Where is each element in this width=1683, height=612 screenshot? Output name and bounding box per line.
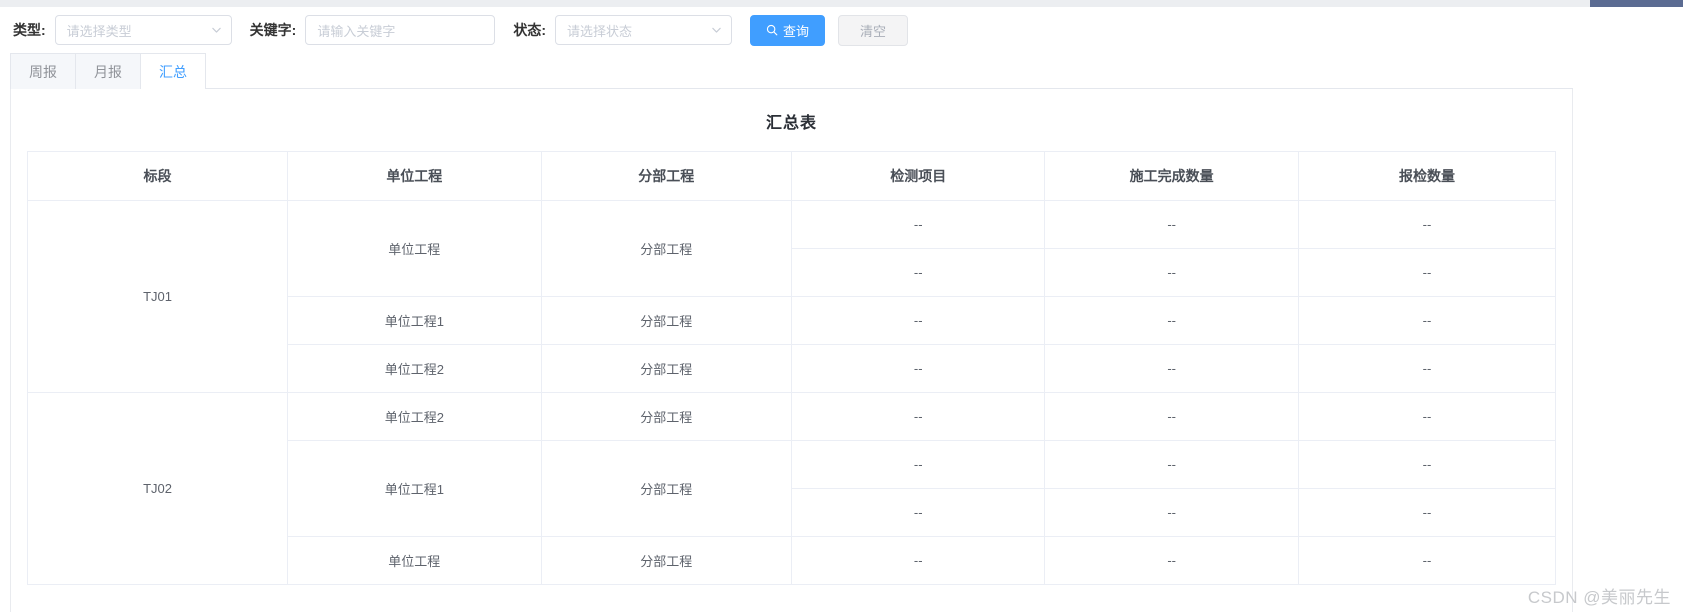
cell-inspected-qty: -- [1298, 536, 1555, 585]
cell-test-item: -- [791, 344, 1046, 393]
chevron-down-icon [711, 25, 722, 36]
type-select-placeholder: 请选择类型 [66, 23, 132, 39]
filter-status-label: 状态: [513, 22, 547, 38]
cell-completed-qty: -- [1044, 248, 1299, 297]
summary-table-container: 标段 单位工程 分部工程 检测项目 施工完成数量 报检数量 TJ01 单位工程 分部工程 -- -… [27, 151, 1556, 585]
cell-completed-qty: -- [1044, 344, 1299, 393]
tab-1[interactable]: 月报 [76, 53, 141, 89]
column-header-4: 施工完成数量 [1044, 152, 1299, 201]
cell-completed-qty: -- [1044, 488, 1299, 537]
cell-division-project: 分部工程 [541, 536, 792, 585]
cell-unit-project: 单位工程2 [287, 392, 542, 441]
cell-test-item: -- [791, 488, 1046, 537]
cell-completed-qty: -- [1044, 392, 1299, 441]
cell-test-item: -- [791, 200, 1046, 249]
filter-type-label: 类型: [13, 22, 46, 38]
table-row: TJ01 单位工程 分部工程 -- -- -- [28, 200, 1555, 393]
cell-test-item: -- [791, 296, 1046, 345]
cell-inspected-qty: -- [1298, 440, 1555, 489]
query-button[interactable]: 查询 [750, 14, 826, 46]
cell-division-project: 分部工程 [541, 440, 792, 537]
cell-bid: TJ01 [28, 200, 289, 393]
cell-completed-qty: -- [1044, 200, 1299, 249]
filter-keyword-group: 关键字: 请输入关键字 [250, 15, 496, 45]
type-select[interactable]: 请选择类型 [54, 15, 232, 45]
column-header-3: 检测项目 [791, 152, 1046, 201]
filter-type-group: 类型: 请选择类型 [13, 15, 232, 45]
keyword-input[interactable]: 请输入关键字 [305, 15, 496, 45]
filter-keyword-label: 关键字: [249, 22, 297, 38]
cell-test-item: -- [791, 440, 1046, 489]
cell-inspected-qty: -- [1298, 488, 1555, 537]
filter-status-group: 状态: 请选择状态 [513, 15, 733, 45]
page-scrollbar-thumb[interactable] [1590, 0, 1683, 7]
tab-2[interactable]: 汇总 [141, 53, 206, 90]
chevron-down-icon [211, 25, 222, 36]
page-scrollbar-track[interactable] [0, 0, 1683, 7]
cell-completed-qty: -- [1044, 536, 1299, 585]
table-body: TJ01 单位工程 分部工程 -- -- -- -- -- -- 单位工程1 分部工程 -- -- -- 单… [28, 200, 1555, 585]
cell-test-item: -- [791, 392, 1046, 441]
cell-inspected-qty: -- [1298, 200, 1555, 249]
cell-inspected-qty: -- [1298, 248, 1555, 297]
search-icon [766, 24, 778, 36]
table-header-row: 标段 单位工程 分部工程 检测项目 施工完成数量 报检数量 [28, 152, 1555, 201]
tab-label: 周报 [29, 63, 57, 80]
cell-unit-project: 单位工程2 [287, 344, 542, 393]
cell-unit-project: 单位工程1 [287, 296, 542, 345]
app-root: 类型: 请选择类型 关键字: 请输入关键字 状态: 请选择状态 查询 清空 周报… [0, 0, 1683, 612]
tab-label: 月报 [94, 63, 122, 80]
cell-division-project: 分部工程 [541, 200, 792, 297]
query-button-label: 查询 [783, 23, 810, 39]
cell-division-project: 分部工程 [541, 296, 792, 345]
clear-button[interactable]: 清空 [838, 14, 909, 46]
cell-bid: TJ02 [28, 392, 289, 585]
clear-button-label: 清空 [860, 23, 887, 39]
column-header-2: 分部工程 [541, 152, 792, 201]
status-select[interactable]: 请选择状态 [555, 15, 733, 45]
tab-strip: 周报 月报 汇总 [10, 53, 1573, 90]
cell-inspected-qty: -- [1298, 392, 1555, 441]
tab-0[interactable]: 周报 [10, 53, 76, 89]
keyword-input-placeholder: 请输入关键字 [317, 23, 396, 39]
tab-list: 周报 月报 汇总 [10, 53, 1573, 90]
cell-unit-project: 单位工程 [287, 200, 542, 297]
tab-label: 汇总 [159, 63, 187, 80]
column-header-5: 报检数量 [1298, 152, 1555, 201]
cell-division-project: 分部工程 [541, 344, 792, 393]
cell-inspected-qty: -- [1298, 344, 1555, 393]
cell-completed-qty: -- [1044, 440, 1299, 489]
report-panel: 汇总表 标段 单位工程 分部工程 检测项目 施工完成数量 报检数量 TJ01 单位工程 分部工… [10, 89, 1573, 612]
cell-test-item: -- [791, 536, 1046, 585]
watermark: CSDN @美丽先生 [1527, 588, 1671, 607]
column-header-0: 标段 [28, 152, 289, 201]
cell-division-project: 分部工程 [541, 392, 792, 441]
status-select-placeholder: 请选择状态 [567, 23, 633, 39]
cell-unit-project: 单位工程1 [287, 440, 542, 537]
table-row: TJ02 单位工程2 分部工程 -- -- -- [28, 392, 1555, 585]
cell-completed-qty: -- [1044, 296, 1299, 345]
column-header-1: 单位工程 [287, 152, 542, 201]
filter-bar: 类型: 请选择类型 关键字: 请输入关键字 状态: 请选择状态 查询 清空 [0, 7, 1683, 53]
cell-inspected-qty: -- [1298, 296, 1555, 345]
page-title: 汇总表 [765, 115, 817, 132]
cell-unit-project: 单位工程 [287, 536, 542, 585]
summary-table: 标段 单位工程 分部工程 检测项目 施工完成数量 报检数量 TJ01 单位工程 分部工程 -- -… [28, 152, 1555, 585]
cell-test-item: -- [791, 248, 1046, 297]
